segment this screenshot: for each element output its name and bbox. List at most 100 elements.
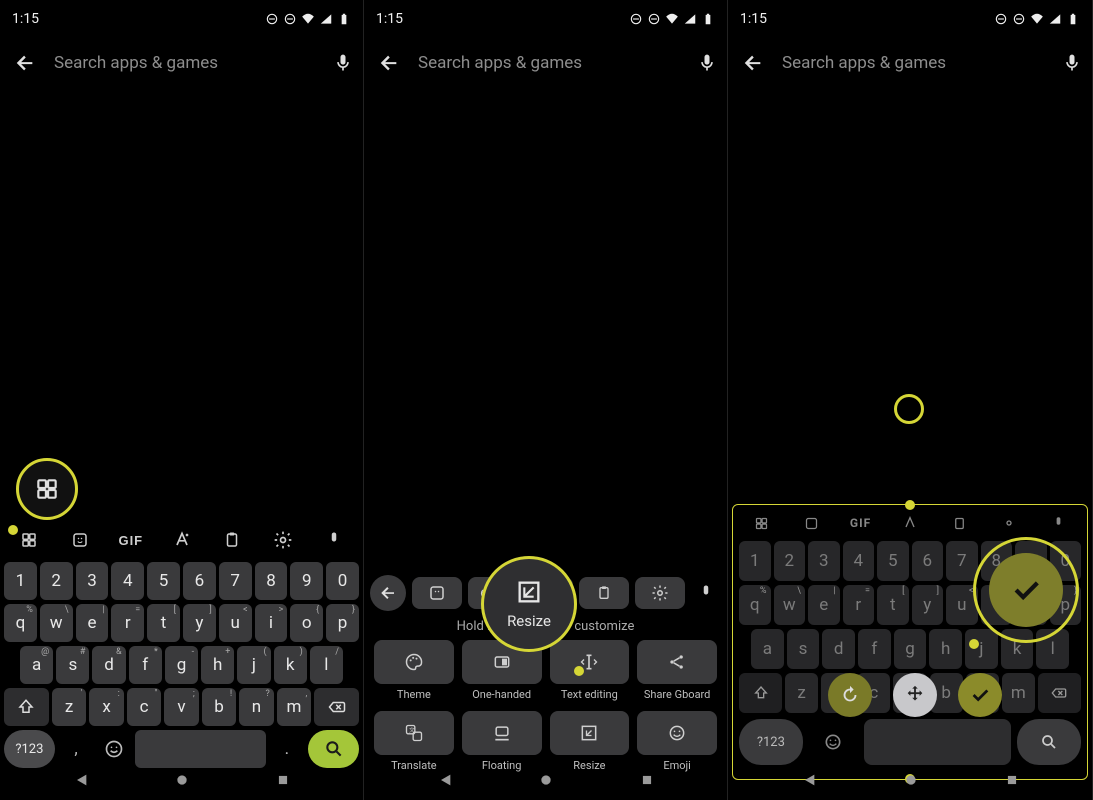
key-d[interactable]: d — [822, 629, 855, 669]
key-b[interactable]: b — [202, 688, 236, 726]
menu-text-editing[interactable]: Text editing — [550, 640, 630, 701]
resize-move-button[interactable] — [893, 673, 937, 717]
voice-search-icon[interactable] — [333, 53, 353, 73]
key-a[interactable]: a — [751, 629, 784, 669]
nav-recents-icon[interactable] — [276, 773, 290, 787]
sticker-icon[interactable] — [55, 531, 106, 549]
tb-settings-icon[interactable] — [984, 509, 1033, 537]
resize-bubble[interactable]: Resize — [481, 556, 577, 652]
nav-back-icon[interactable] — [801, 772, 817, 788]
key-u[interactable]: u — [219, 604, 252, 642]
key-2[interactable]: 2 — [774, 541, 806, 581]
tb-gif[interactable]: GIF — [836, 509, 885, 537]
shift-key[interactable] — [739, 673, 782, 713]
key-e[interactable]: e — [76, 604, 109, 642]
menu-share-gboard[interactable]: Share Gboard — [637, 640, 717, 701]
confirm-bubble[interactable] — [989, 553, 1063, 627]
voice-search-icon[interactable] — [697, 53, 717, 73]
key-f[interactable]: f — [858, 629, 891, 669]
nav-back-icon[interactable] — [73, 772, 89, 788]
key-u[interactable]: u — [946, 585, 978, 625]
key-m[interactable]: m — [1002, 673, 1035, 713]
key-v[interactable]: v — [164, 688, 198, 726]
search-input[interactable]: Search apps & games — [782, 53, 1044, 73]
shift-key[interactable] — [4, 688, 49, 726]
nav-back-icon[interactable] — [437, 772, 453, 788]
text-style-icon[interactable] — [156, 530, 207, 550]
toolbar-mic[interactable] — [691, 584, 721, 602]
backspace-key[interactable] — [314, 688, 359, 726]
back-icon[interactable] — [14, 52, 36, 74]
key-k[interactable]: k — [274, 646, 307, 684]
key-1[interactable]: 1 — [4, 562, 37, 600]
key-4[interactable]: 4 — [111, 562, 144, 600]
key-f[interactable]: f — [129, 646, 162, 684]
key-l[interactable]: l — [1036, 629, 1069, 669]
tb-grid-icon[interactable] — [737, 509, 786, 537]
key-3[interactable]: 3 — [808, 541, 840, 581]
search-input[interactable]: Search apps & games — [54, 53, 315, 73]
key-c[interactable]: c — [127, 688, 161, 726]
key-t[interactable]: t — [147, 604, 180, 642]
back-icon[interactable] — [742, 52, 764, 74]
nav-recents-icon[interactable] — [1005, 773, 1019, 787]
gif-icon[interactable]: GIF — [105, 533, 156, 548]
key-i[interactable]: i — [255, 604, 288, 642]
key-5[interactable]: 5 — [877, 541, 909, 581]
key-w[interactable]: w — [774, 585, 806, 625]
key-s[interactable]: s — [56, 646, 89, 684]
tb-clipboard-icon[interactable] — [935, 509, 984, 537]
key-6[interactable]: 6 — [183, 562, 216, 600]
key-3[interactable]: 3 — [76, 562, 109, 600]
resize-confirm-button[interactable] — [958, 673, 1002, 717]
keyboard-back-button[interactable] — [370, 575, 406, 611]
clipboard-icon[interactable] — [207, 531, 258, 549]
nav-recents-icon[interactable] — [640, 773, 654, 787]
key-j[interactable]: j — [965, 629, 998, 669]
key-8[interactable]: 8 — [255, 562, 288, 600]
key-w[interactable]: w — [40, 604, 73, 642]
mic-icon[interactable] — [308, 531, 359, 549]
key-p[interactable]: p — [326, 604, 359, 642]
search-input[interactable]: Search apps & games — [418, 53, 679, 73]
tb-text-style-icon[interactable] — [885, 509, 934, 537]
key-0[interactable]: 0 — [326, 562, 359, 600]
key-g[interactable]: g — [894, 629, 927, 669]
nav-home-icon[interactable] — [174, 772, 190, 788]
tb-sticker-icon[interactable] — [786, 509, 835, 537]
key-q[interactable]: q — [4, 604, 37, 642]
key-r[interactable]: r — [111, 604, 144, 642]
key-7[interactable]: 7 — [219, 562, 252, 600]
resize-frame[interactable]: GIF 1 2 3 4 5 6 7 8 9 0 q w e — [732, 504, 1088, 780]
key-6[interactable]: 6 — [912, 541, 944, 581]
key-h[interactable]: h — [201, 646, 234, 684]
search-key[interactable] — [1017, 719, 1081, 765]
key-k[interactable]: k — [1001, 629, 1034, 669]
key-4[interactable]: 4 — [843, 541, 875, 581]
key-2[interactable]: 2 — [40, 562, 73, 600]
key-m[interactable]: m — [277, 688, 311, 726]
emoji-key[interactable] — [809, 719, 858, 765]
key-s[interactable]: s — [787, 629, 820, 669]
nav-home-icon[interactable] — [903, 772, 919, 788]
backspace-key[interactable] — [1038, 673, 1081, 713]
key-x[interactable]: x — [89, 688, 123, 726]
key-q[interactable]: q — [739, 585, 771, 625]
numeric-key[interactable]: ?123 — [739, 719, 803, 765]
key-t[interactable]: t — [877, 585, 909, 625]
key-d[interactable]: d — [92, 646, 125, 684]
gboard-menu-button-bubble[interactable] — [16, 458, 78, 520]
space-key[interactable] — [864, 719, 1011, 765]
key-o[interactable]: o — [290, 604, 323, 642]
key-5[interactable]: 5 — [147, 562, 180, 600]
gboard-menu-icon[interactable] — [4, 531, 55, 549]
key-9[interactable]: 9 — [290, 562, 323, 600]
voice-search-icon[interactable] — [1062, 53, 1082, 73]
key-l[interactable]: l — [310, 646, 343, 684]
key-a[interactable]: a — [20, 646, 53, 684]
resize-handle-top[interactable] — [905, 500, 915, 510]
key-7[interactable]: 7 — [946, 541, 978, 581]
nav-home-icon[interactable] — [538, 772, 554, 788]
toolbar-settings[interactable] — [635, 577, 685, 609]
back-icon[interactable] — [378, 52, 400, 74]
